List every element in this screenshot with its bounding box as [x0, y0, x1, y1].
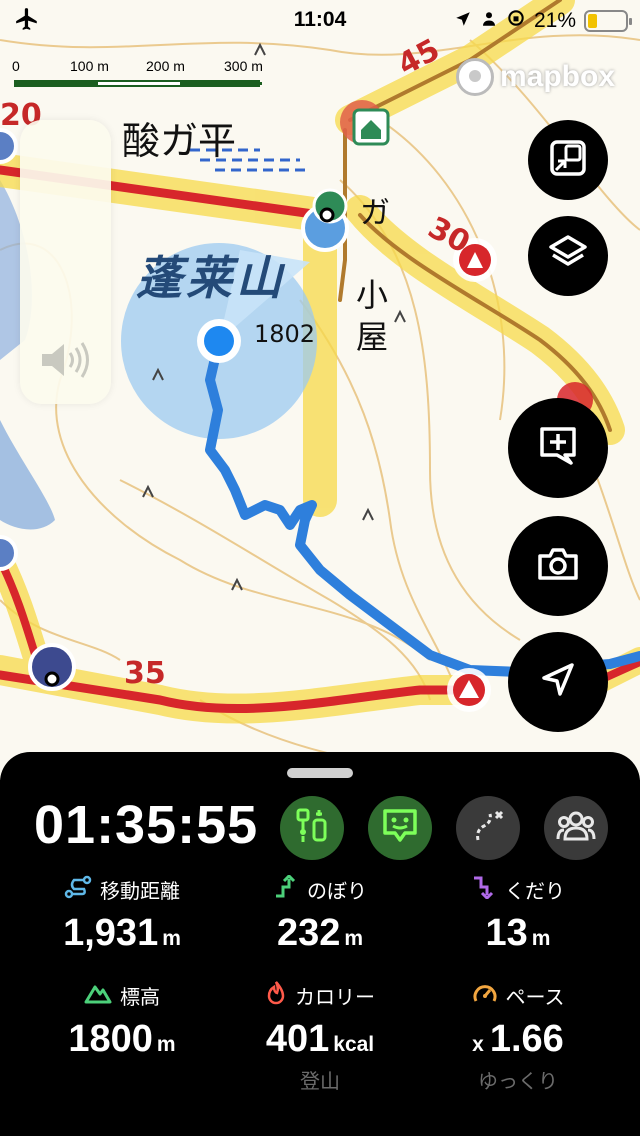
fit-bounds-button[interactable]	[528, 120, 608, 200]
altitude-value: 1800	[68, 1018, 153, 1060]
descent-label: くだり	[505, 878, 565, 903]
current-location-button[interactable]	[508, 632, 608, 732]
pace-description: ゆっくり	[478, 1069, 558, 1093]
route-button[interactable]	[456, 796, 520, 860]
chat-face-icon	[381, 807, 419, 849]
altitude-label: 標高	[120, 984, 160, 1009]
speedometer-icon	[472, 981, 498, 1010]
descent-unit: m	[531, 927, 551, 950]
altitude-unit: m	[156, 1033, 176, 1056]
stat-pace: ペース x 1.66 ゆっくり	[408, 980, 628, 1094]
volume-indicator	[20, 120, 111, 404]
mapbox-wordmark: mapbox	[500, 60, 616, 93]
person-icon	[480, 9, 498, 33]
hut-label-3: 屋	[356, 318, 389, 356]
hut-label-2: 小	[356, 276, 389, 314]
location-arrow-icon	[454, 9, 472, 33]
pace-label: ペース	[505, 984, 565, 1009]
battery-percent: 21%	[533, 8, 576, 32]
distance-icon	[64, 875, 92, 904]
scale-label-0: 0	[12, 58, 20, 74]
calories-label: カロリー	[295, 984, 375, 1009]
mountain-label: 蓬莱山	[136, 251, 286, 305]
layers-icon	[547, 233, 589, 279]
navigation-arrow-icon	[538, 660, 578, 704]
layers-button[interactable]	[528, 216, 608, 296]
speaker-icon	[38, 340, 92, 384]
descent-value: 13	[485, 912, 528, 954]
shrink-icon	[548, 138, 588, 182]
stat-ascent: のぼり 232 m	[210, 873, 430, 955]
battery-icon	[584, 9, 632, 32]
stat-descent: くだり 13 m	[408, 874, 628, 955]
add-comment-icon	[537, 425, 579, 471]
ascent-value: 232	[276, 912, 341, 954]
elapsed-timer: 01:35:55	[34, 795, 259, 855]
pace-prefix: x	[472, 1033, 484, 1056]
ascent-unit: m	[344, 927, 364, 950]
hut-label-1: ガ	[360, 196, 390, 231]
elevation-label: 1802	[254, 320, 316, 348]
group-button[interactable]	[544, 796, 608, 860]
hiking-mode-button[interactable]	[280, 796, 344, 860]
calories-unit: kcal	[333, 1033, 375, 1056]
scale-label-300: 300 m	[224, 58, 263, 74]
stat-altitude: 標高 1800 m	[12, 980, 232, 1061]
ascent-icon	[273, 873, 299, 904]
distance-value: 1,931	[63, 912, 159, 954]
mapbox-logo[interactable]: mapbox	[456, 58, 615, 96]
pace-value: 1.66	[489, 1018, 564, 1060]
stat-calories: カロリー 401 kcal 登山	[210, 980, 430, 1094]
activity-panel: 01:35:55 移動距離 1,931 m のぼり 232 m くだり 13 m…	[0, 752, 640, 1136]
rotation-lock-icon	[506, 8, 526, 33]
status-bar: 11:04 21%	[0, 0, 640, 44]
calories-value: 401	[265, 1018, 330, 1060]
descent-icon	[471, 875, 497, 904]
add-note-button[interactable]	[508, 398, 608, 498]
chat-button[interactable]	[368, 796, 432, 860]
flame-icon	[265, 980, 287, 1011]
mountain-icon	[84, 982, 112, 1009]
scale-label-200: 200 m	[146, 58, 185, 74]
mapbox-icon	[456, 58, 494, 96]
place-label: 酸ガ平	[122, 119, 237, 163]
camera-button[interactable]	[508, 516, 608, 616]
distance-unit: m	[162, 927, 181, 950]
scale-bar: 0 100 m 200 m 300 m	[10, 58, 280, 92]
camera-icon	[536, 544, 580, 588]
hiker-icon	[294, 806, 330, 850]
activity-type: 登山	[300, 1069, 340, 1093]
stat-distance: 移動距離 1,931 m	[12, 874, 232, 955]
distance-label: 移動距離	[100, 878, 180, 903]
map-view[interactable]: 酸ガ平 蓬莱山 1802 ガ 小 屋 45 30 35 20 11:04 21%…	[0, 0, 640, 780]
road-number-35: 35	[124, 656, 166, 691]
drag-handle[interactable]	[287, 768, 353, 778]
route-icon	[470, 808, 506, 848]
ascent-label: のぼり	[307, 878, 367, 903]
scale-label-100: 100 m	[70, 58, 109, 74]
group-icon	[556, 809, 596, 847]
